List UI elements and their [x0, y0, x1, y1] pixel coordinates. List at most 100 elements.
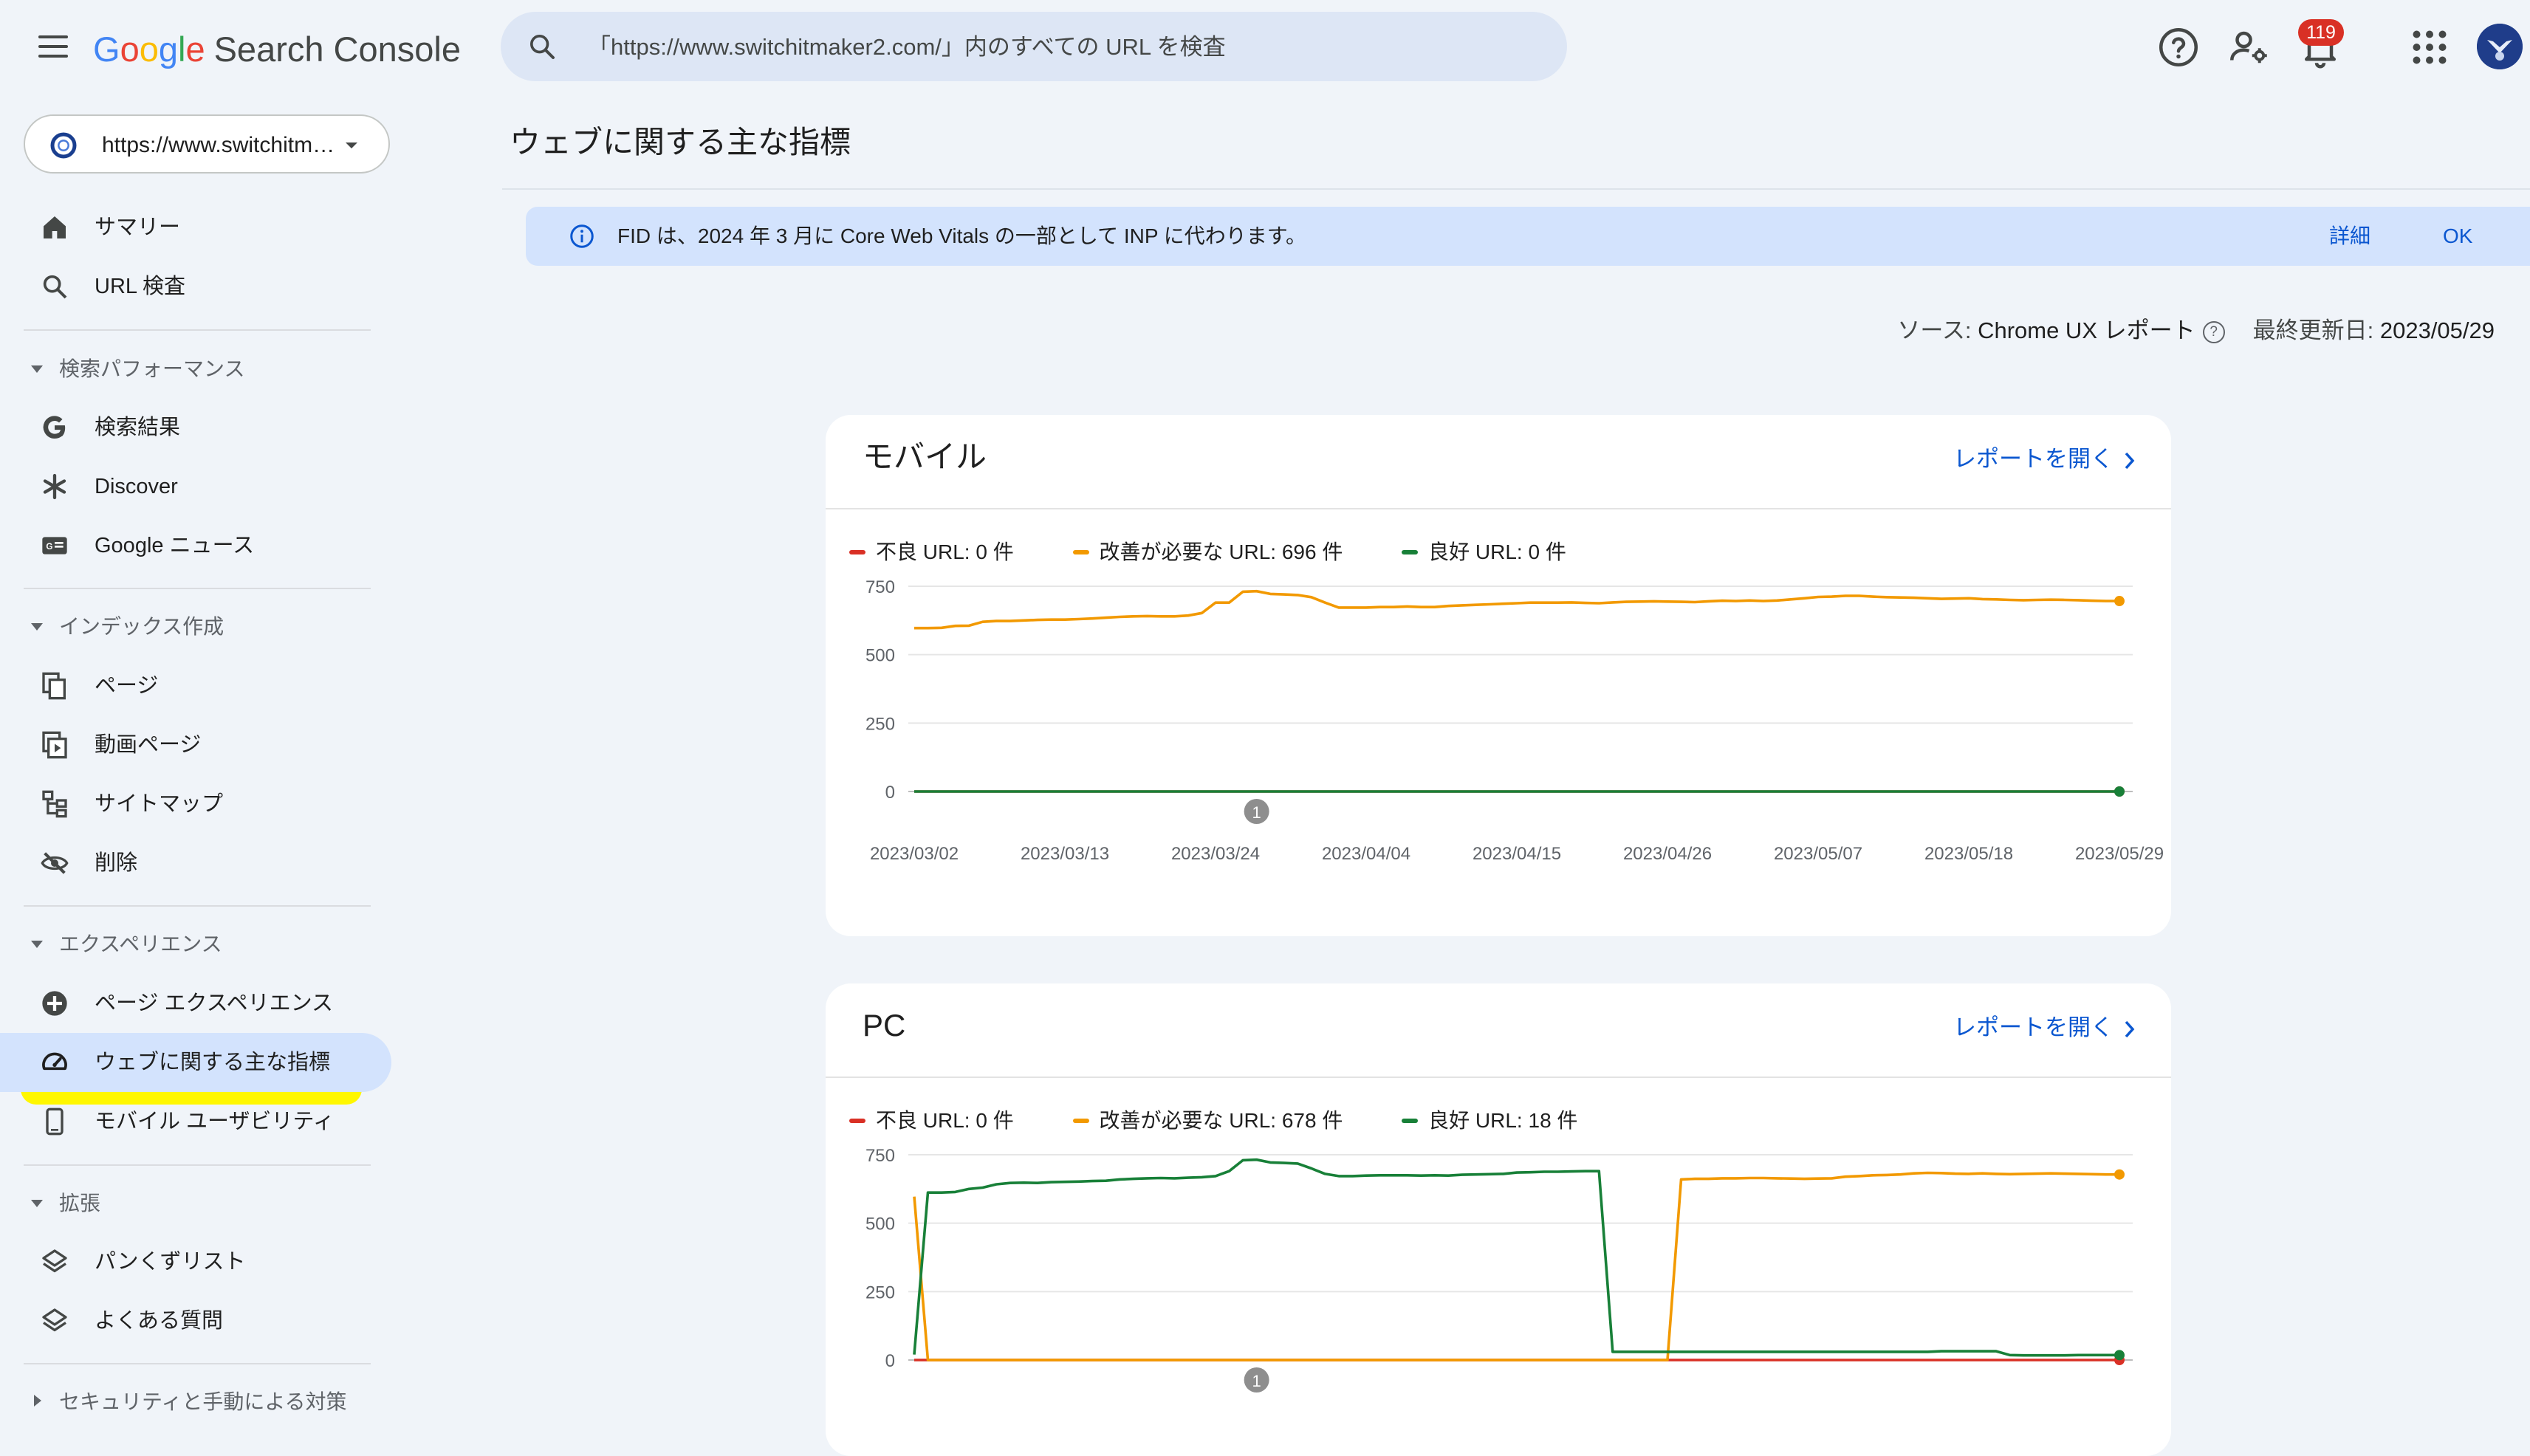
banner-text: FID は、2024 年 3 月に Core Web Vitals の一部として… — [617, 224, 1307, 247]
y-tick-label: 0 — [885, 783, 895, 803]
x-tick-label: 2023/03/13 — [1021, 844, 1109, 864]
card-title: モバイル — [863, 439, 987, 474]
sidebar-item-faq[interactable]: よくある質問 — [0, 1291, 391, 1350]
help-circle-icon[interactable]: ? — [2202, 320, 2225, 343]
x-tick-label: 2023/04/26 — [1623, 844, 1712, 864]
sidebar-item-core-web-vitals[interactable]: ウェブに関する主な指標 — [0, 1033, 391, 1092]
chart-legend: 不良 URL: 0 件 改善が必要な URL: 696 件 良好 URL: 0 … — [849, 538, 1619, 567]
legend-item-needs-improvement[interactable]: 改善が必要な URL: 696 件 — [1072, 538, 1343, 567]
x-tick-label: 2023/03/02 — [870, 844, 959, 864]
search-icon[interactable] — [527, 32, 557, 61]
google-news-icon: G — [42, 537, 67, 554]
apps-grid-icon[interactable] — [2407, 25, 2452, 69]
sidebar-item-search-results[interactable]: 検索結果 — [0, 398, 391, 457]
property-selector[interactable]: https://www.switchitmaker2.com/ — [24, 114, 390, 174]
legend-item-poor[interactable]: 不良 URL: 0 件 — [849, 538, 1014, 567]
x-tick-label: 2023/03/24 — [1171, 844, 1260, 864]
pc-report-card: PC レポートを開く 不良 URL: 0 件 改善が必要な URL: 678 件… — [826, 983, 2171, 1456]
series-line-1[interactable] — [913, 1171, 2119, 1361]
series-end-point[interactable] — [2114, 1169, 2125, 1180]
series-line-1[interactable] — [914, 589, 2119, 630]
pages-icon — [42, 672, 66, 700]
layers-icon — [42, 1308, 67, 1332]
card-title: PC — [863, 1008, 906, 1043]
title-divider — [502, 188, 2530, 190]
avatar-image-icon — [2477, 24, 2523, 69]
chart-legend: 不良 URL: 0 件 改善が必要な URL: 678 件 良好 URL: 18… — [849, 1106, 1631, 1136]
sidebar-item-removals[interactable]: 削除 — [0, 834, 391, 893]
section-security-manual-actions[interactable]: セキュリティと手動による対策 — [0, 1380, 391, 1424]
section-indexing[interactable]: インデックス作成 — [0, 605, 391, 649]
open-report-link[interactable]: レポートを開く — [1953, 1013, 2136, 1043]
legend-item-poor[interactable]: 不良 URL: 0 件 — [849, 1106, 1014, 1136]
annotation-label: 1 — [1252, 803, 1261, 822]
series-line-2[interactable] — [913, 1158, 2119, 1357]
data-source-info: ソース: Chrome UX レポート? 最終更新日: 2023/05/29 — [1897, 317, 2495, 343]
sidebar-item-discover[interactable]: Discover — [0, 457, 391, 516]
sidebar-divider — [24, 1363, 371, 1364]
sidebar-item-google-news[interactable]: G Google ニュース — [0, 516, 391, 575]
sidebar-item-breadcrumbs[interactable]: パンくずリスト — [0, 1232, 391, 1291]
main-menu-icon[interactable] — [38, 35, 68, 58]
search-icon — [43, 275, 67, 299]
collapse-arrow-icon — [31, 1200, 43, 1207]
section-search-performance[interactable]: 検索パフォーマンス — [0, 347, 391, 391]
legend-item-needs-improvement[interactable]: 改善が必要な URL: 678 件 — [1072, 1106, 1343, 1136]
legend-item-good[interactable]: 良好 URL: 0 件 — [1402, 538, 1566, 567]
collapse-arrow-icon — [31, 365, 43, 373]
google-g-icon — [43, 416, 66, 439]
property-favicon-icon — [50, 132, 77, 159]
x-tick-label: 2023/05/18 — [1924, 844, 2013, 864]
help-icon[interactable] — [2156, 25, 2201, 69]
source-name: Chrome UX レポート — [1978, 317, 2195, 343]
x-tick-label: 2023/04/04 — [1322, 844, 1410, 864]
search-input[interactable] — [586, 27, 1535, 68]
banner-ok-button[interactable]: OK — [2443, 223, 2472, 250]
sidebar-item-url-inspection[interactable]: URL 検査 — [0, 257, 391, 316]
notification-count-badge: 119 — [2298, 19, 2344, 46]
last-updated-date: 2023/05/29 — [2379, 317, 2495, 343]
sidebar-item-video-pages[interactable]: 動画ページ — [0, 715, 391, 775]
chevron-right-icon — [2125, 1020, 2135, 1037]
collapse-arrow-icon — [31, 623, 43, 631]
sidebar-item-sitemaps[interactable]: サイトマップ — [0, 775, 391, 834]
svg-text:G: G — [46, 542, 52, 552]
account-avatar[interactable] — [2477, 24, 2523, 69]
sidebar-item-mobile-usability[interactable]: モバイル ユーザビリティ — [0, 1092, 391, 1151]
sidebar-divider — [24, 905, 371, 907]
pc-line-chart[interactable]: 0 250 500 750 1 — [826, 1139, 2171, 1434]
gauge-icon — [42, 1052, 67, 1071]
section-enhancements[interactable]: 拡張 — [0, 1181, 391, 1226]
card-divider — [826, 508, 2171, 509]
asterisk-icon — [43, 473, 66, 500]
page-experience-icon — [42, 991, 67, 1016]
section-experience[interactable]: エクスペリエンス — [0, 922, 391, 966]
banner-details-link[interactable]: 詳細 — [2329, 223, 2370, 250]
series-end-point[interactable] — [2114, 786, 2125, 797]
mobile-report-card: モバイル レポートを開く 不良 URL: 0 件 改善が必要な URL: 696… — [826, 415, 2171, 936]
expand-arrow-icon — [34, 1395, 41, 1407]
sidebar-item-page-experience[interactable]: ページ エクスペリエンス — [0, 974, 391, 1033]
mobile-line-chart[interactable]: 0 250 500 750 2023/03/02 2023/03/13 2023/03/24… — [826, 570, 2171, 936]
annotation-label: 1 — [1252, 1372, 1261, 1390]
series-end-point[interactable] — [2114, 1350, 2125, 1361]
x-tick-label: 2023/05/29 — [2075, 844, 2164, 864]
series-end-point[interactable] — [2114, 596, 2125, 607]
video-pages-icon — [42, 731, 67, 759]
sidebar-divider — [24, 329, 371, 331]
layers-icon — [42, 1249, 67, 1273]
manage-users-icon[interactable] — [2227, 25, 2272, 69]
y-tick-label: 500 — [865, 646, 895, 666]
sidebar-divider — [24, 588, 371, 589]
url-inspection-search-bar[interactable] — [501, 12, 1567, 81]
info-icon — [570, 224, 594, 248]
chevron-right-icon — [2125, 452, 2135, 469]
sidebar-item-pages[interactable]: ページ — [0, 656, 391, 715]
legend-item-good[interactable]: 良好 URL: 18 件 — [1402, 1106, 1577, 1136]
open-report-link[interactable]: レポートを開く — [1953, 444, 2136, 474]
property-url: https://www.switchitmaker2.com/ — [102, 133, 346, 157]
google-search-console-logo[interactable]: Google Search Console — [93, 27, 461, 72]
sidebar-divider — [24, 1164, 371, 1166]
product-name: Search Console — [213, 30, 461, 69]
sidebar-item-summary[interactable]: サマリー — [0, 198, 391, 257]
